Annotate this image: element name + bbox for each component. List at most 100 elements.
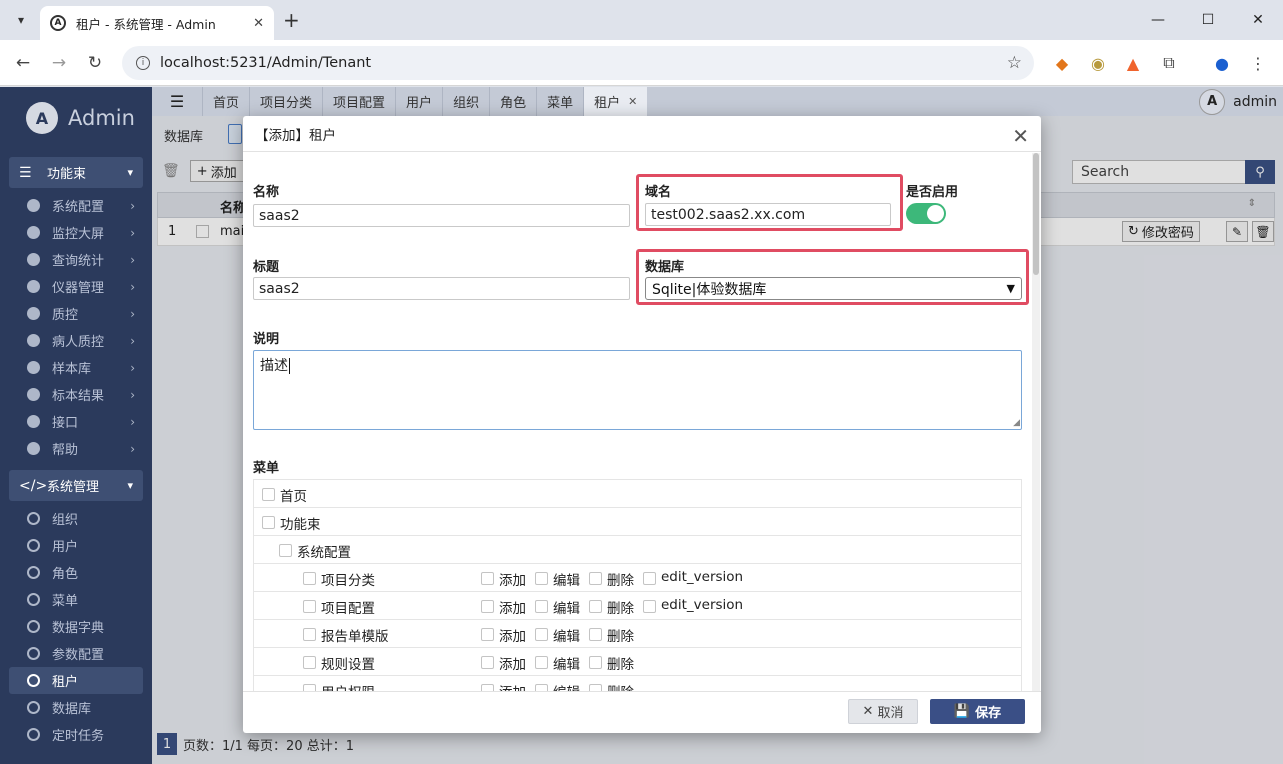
domain-input[interactable]: test002.saas2.xx.com xyxy=(645,203,891,226)
action-checkbox[interactable] xyxy=(643,572,656,585)
tab-tenant[interactable]: 租户 ✕ xyxy=(583,87,648,116)
sidebar-item-org[interactable]: 组织 xyxy=(9,505,143,532)
circle-icon xyxy=(27,388,40,401)
tree-checkbox[interactable] xyxy=(279,544,292,557)
close-window-icon[interactable]: ✕ xyxy=(1233,0,1283,40)
tab-item-category[interactable]: 项目分类 xyxy=(249,87,322,116)
sidebar-item[interactable]: 查询统计 › xyxy=(9,246,143,273)
action-checkbox[interactable] xyxy=(535,656,548,669)
tree-checkbox[interactable] xyxy=(262,488,275,501)
description-textarea[interactable]: 描述 ◢ xyxy=(253,350,1022,430)
maximize-icon[interactable]: ☐ xyxy=(1183,0,1233,40)
sidebar-item[interactable]: 仪器管理 › xyxy=(9,273,143,300)
resize-handle-icon[interactable]: ◢ xyxy=(1013,418,1020,428)
extension-icon[interactable]: ◉ xyxy=(1087,52,1109,74)
tree-checkbox[interactable] xyxy=(262,516,275,529)
sidebar-item[interactable]: 系统配置 › xyxy=(9,192,143,219)
database-select[interactable]: Sqlite|体验数据库 ▼ xyxy=(645,277,1022,300)
close-icon[interactable]: ✕ xyxy=(1012,124,1029,148)
bookmark-star-icon[interactable]: ☆ xyxy=(1007,53,1022,73)
new-tab-button[interactable]: + xyxy=(283,8,300,32)
tab-org[interactable]: 组织 xyxy=(442,87,489,116)
action-checkbox[interactable] xyxy=(589,628,602,641)
sidebar-group-functions[interactable]: ☰ 功能束 ▾ xyxy=(9,157,143,188)
tree-label: 用户权限 xyxy=(321,681,375,691)
sidebar-item[interactable]: 样本库 › xyxy=(9,354,143,381)
action-checkbox[interactable] xyxy=(643,600,656,613)
tab-roles[interactable]: 角色 xyxy=(489,87,536,116)
sidebar-item[interactable]: 帮助 › xyxy=(9,435,143,462)
tab-menus[interactable]: 菜单 xyxy=(536,87,583,116)
sidebar-item-jobs[interactable]: 定时任务 xyxy=(9,721,143,748)
sidebar-item-tenant[interactable]: 租户 xyxy=(9,667,143,694)
metamask-extension-icon[interactable]: ◆ xyxy=(1051,52,1073,74)
dialog-scrollbar[interactable] xyxy=(1032,153,1040,691)
tree-checkbox[interactable] xyxy=(303,600,316,613)
tab-item-config[interactable]: 项目配置 xyxy=(322,87,395,116)
action-checkbox[interactable] xyxy=(481,684,494,691)
sidebar-item-menus[interactable]: 菜单 xyxy=(9,586,143,613)
action-checkbox[interactable] xyxy=(589,600,602,613)
sidebar-item-roles[interactable]: 角色 xyxy=(9,559,143,586)
enabled-toggle[interactable] xyxy=(906,203,946,224)
circle-icon xyxy=(27,226,40,239)
tree-checkbox[interactable] xyxy=(303,628,316,641)
action-checkbox[interactable] xyxy=(589,684,602,691)
sidebar-item-users[interactable]: 用户 xyxy=(9,532,143,559)
sidebar-item[interactable]: 病人质控 › xyxy=(9,327,143,354)
sidebar-item[interactable]: 标本结果 › xyxy=(9,381,143,408)
user-menu[interactable]: A admin xyxy=(1199,87,1283,116)
chevron-right-icon: › xyxy=(130,225,135,240)
cancel-button[interactable]: ✕ 取消 xyxy=(848,699,918,724)
address-bar[interactable]: i localhost:5231/Admin/Tenant ☆ xyxy=(122,46,1034,80)
sidebar-item-params[interactable]: 参数配置 xyxy=(9,640,143,667)
close-tab-icon[interactable]: ✕ xyxy=(253,16,264,31)
title-input[interactable]: saas2 xyxy=(253,277,630,300)
action-checkbox[interactable] xyxy=(589,572,602,585)
action-checkbox[interactable] xyxy=(535,628,548,641)
action-checkbox[interactable] xyxy=(535,572,548,585)
action-checkbox[interactable] xyxy=(535,684,548,691)
browser-tab-active[interactable]: A 租户 - 系统管理 - Admin ✕ xyxy=(40,6,274,40)
tab-users[interactable]: 用户 xyxy=(395,87,442,116)
tree-row: 功能束 xyxy=(253,508,1022,536)
back-icon[interactable]: ← xyxy=(10,50,36,76)
sidebar-item-database[interactable]: 数据库 xyxy=(9,694,143,721)
save-button[interactable]: 💾 保存 xyxy=(930,699,1025,724)
action-checkbox[interactable] xyxy=(589,656,602,669)
tree-checkbox[interactable] xyxy=(303,684,316,691)
sidebar-group-system[interactable]: </> 系统管理 ▾ xyxy=(9,470,143,501)
tree-checkbox[interactable] xyxy=(303,656,316,669)
extensions-puzzle-icon[interactable]: ⧉ xyxy=(1158,52,1180,74)
dialog-footer: ✕ 取消 💾 保存 xyxy=(243,691,1041,733)
sidebar-item-dict[interactable]: 数据字典 xyxy=(9,613,143,640)
profile-icon[interactable]: ● xyxy=(1211,52,1233,74)
more-menu-icon[interactable]: ⋮ xyxy=(1247,52,1269,74)
action-checkbox[interactable] xyxy=(481,572,494,585)
name-input[interactable]: saas2 xyxy=(253,204,630,227)
chevron-right-icon: › xyxy=(130,306,135,321)
forward-icon[interactable]: → xyxy=(46,50,72,76)
hamburger-icon[interactable]: ☰ xyxy=(152,87,202,116)
sidebar-item[interactable]: 质控 › xyxy=(9,300,143,327)
tree-checkbox[interactable] xyxy=(303,572,316,585)
sidebar-item[interactable]: 监控大屏 › xyxy=(9,219,143,246)
action-checkbox[interactable] xyxy=(481,656,494,669)
circle-icon xyxy=(27,442,40,455)
sidebar-item[interactable]: 接口 › xyxy=(9,408,143,435)
action-checkbox[interactable] xyxy=(481,600,494,613)
reload-icon[interactable]: ↻ xyxy=(82,50,108,76)
chevron-right-icon: › xyxy=(130,198,135,213)
action-checkbox[interactable] xyxy=(535,600,548,613)
text-cursor xyxy=(289,358,290,374)
scrollbar-thumb[interactable] xyxy=(1033,153,1039,275)
action-label: 删除 xyxy=(607,681,634,691)
site-info-icon[interactable]: i xyxy=(136,56,150,70)
action-checkbox[interactable] xyxy=(481,628,494,641)
tab-search-button[interactable]: ▾ xyxy=(8,8,34,32)
close-icon[interactable]: ✕ xyxy=(628,95,637,108)
logo-text: Admin xyxy=(68,106,135,130)
minimize-icon[interactable]: — xyxy=(1133,0,1183,40)
tab-home[interactable]: 首页 xyxy=(202,87,249,116)
extension-icon[interactable]: ▲ xyxy=(1122,52,1144,74)
